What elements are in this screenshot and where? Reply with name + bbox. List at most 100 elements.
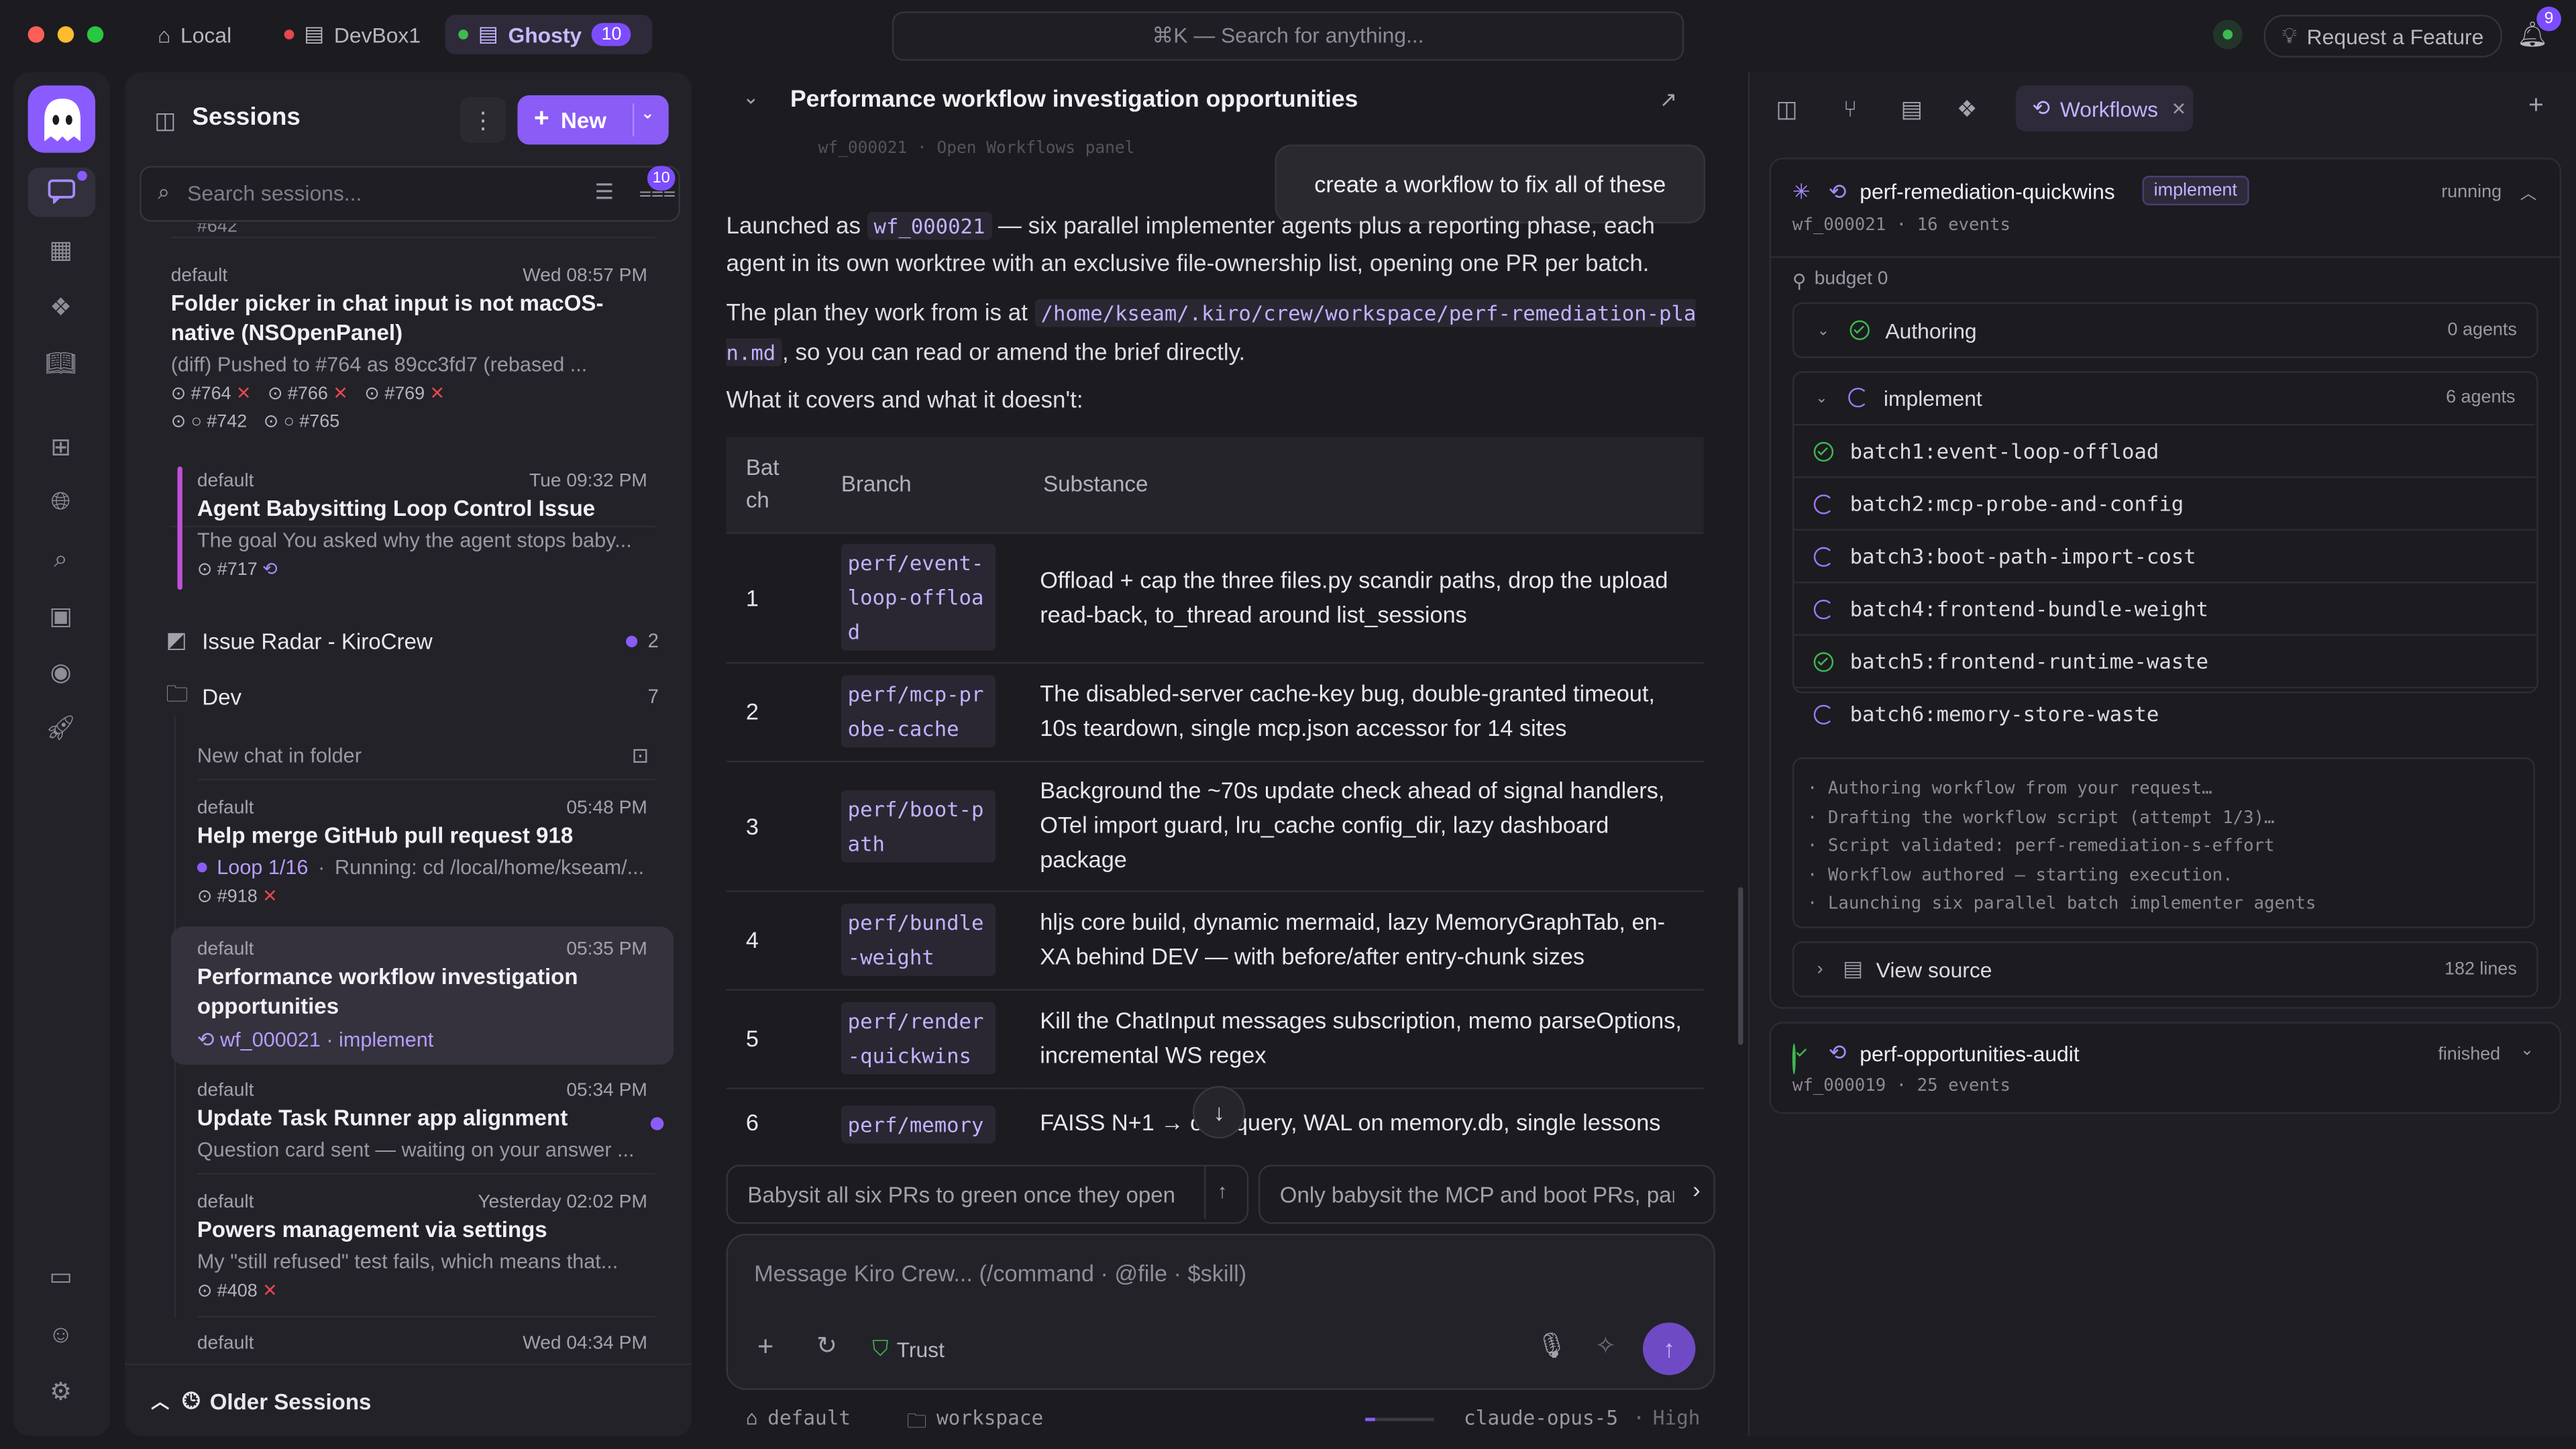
send-button[interactable]: ↑: [1643, 1322, 1696, 1375]
phase-implement[interactable]: ⌄ implement 6 agents: [1792, 371, 2535, 426]
phase-authoring[interactable]: ⌄ Authoring 0 agents: [1792, 302, 2538, 358]
diamond-nodes-icon[interactable]: ❖: [43, 289, 79, 325]
session-item[interactable]: default Wed 08:57 PM Folder picker in cha…: [171, 266, 647, 432]
table-row: 4 perf/bundle-weight hljs core build, dy…: [726, 890, 1704, 990]
collapse-chevron-icon[interactable]: ⌄: [743, 85, 759, 108]
book-icon[interactable]: 📖︎: [43, 345, 79, 381]
model-selector[interactable]: claude-opus-5: [1464, 1406, 1618, 1429]
search-zoom-icon[interactable]: ⌕: [43, 541, 79, 577]
session-snippet: My "still refused" test fails, which mea…: [197, 1250, 619, 1273]
grid-icon[interactable]: ⊞: [43, 429, 79, 465]
pr-chip[interactable]: ⊙ ○ #742: [171, 411, 248, 432]
unread-dot: [650, 1117, 664, 1130]
session-item[interactable]: default Tue 09:32 PM Agent Babysitting Lo…: [197, 472, 647, 580]
list-view-icon[interactable]: ☰: [595, 179, 614, 205]
search-sessions-input[interactable]: ⌕ Search sessions... ☰ ⩶: [140, 166, 680, 222]
minimize-window-button[interactable]: [57, 26, 74, 43]
tab-workflows[interactable]: ⟲ Workflows ✕: [2015, 85, 2194, 131]
nodes-icon[interactable]: ❖: [1957, 95, 1978, 123]
rail-item-chats[interactable]: [28, 167, 96, 217]
new-chat-in-folder[interactable]: New chat in folder ⊡: [197, 743, 649, 767]
active-indicator: [177, 466, 182, 590]
close-x-icon: ✕: [262, 1281, 278, 1301]
pr-chip[interactable]: ⊙ #764 ✕: [171, 383, 252, 405]
new-session-button[interactable]: + New ⌄: [517, 95, 669, 145]
plus-icon[interactable]: +: [757, 1331, 773, 1364]
message-input[interactable]: Message Kiro Crew... (/command · @file ·…: [754, 1260, 1246, 1286]
trust-toggle[interactable]: ⛉ Trust: [872, 1336, 945, 1362]
globe-icon[interactable]: 🌐︎: [43, 483, 79, 519]
chat-title: Performance workflow investigation oppor…: [790, 87, 1358, 113]
pr-chip[interactable]: ⊙ #918 ✕: [197, 885, 278, 907]
message-composer[interactable]: Message Kiro Crew... (/command · @file ·…: [726, 1234, 1715, 1390]
workspace-tab-ghosty[interactable]: ▤ Ghosty 10: [445, 15, 653, 54]
session-item[interactable]: default 05:48 PM Help merge GitHub pull r…: [197, 798, 647, 907]
check-circle-icon: [1792, 1043, 1796, 1075]
session-item[interactable]: default Wed 04:34 PM: [197, 1334, 647, 1357]
microphone-icon[interactable]: 🎙︎: [1536, 1331, 1568, 1360]
session-item-selected[interactable]: default 05:35 PM Performance workflow inv…: [197, 940, 647, 1052]
folder-issue-radar[interactable]: ◩ Issue Radar - KiroCrew 2: [166, 625, 659, 657]
document-icon[interactable]: ▣: [43, 598, 79, 634]
rocket-icon[interactable]: 🚀︎: [43, 710, 79, 746]
shield-icon: ⛉: [872, 1336, 889, 1360]
workflow-name[interactable]: perf-remediation-quickwins: [1860, 179, 2114, 204]
workspace-tab-devbox1[interactable]: ▤ DevBox1: [271, 15, 434, 54]
suggestion-chip[interactable]: Babysit all six PRs to green once they o…: [726, 1165, 1249, 1224]
app-logo[interactable]: [28, 85, 96, 153]
batch-row[interactable]: batch6:memory-store-waste: [1794, 688, 2536, 739]
agent-selector[interactable]: ⌂ default: [746, 1406, 851, 1429]
chevron-down-icon: ⌄: [1817, 321, 1830, 338]
pr-chip[interactable]: ⊙ #717 ⟲: [197, 559, 278, 580]
suggestion-chip[interactable]: Only babysit the MCP and boot PRs, park …: [1258, 1165, 1715, 1224]
folder-selector[interactable]: 🗀 workspace: [907, 1406, 1043, 1440]
orb-icon[interactable]: ◉: [43, 654, 79, 690]
batch-row[interactable]: batch4:frontend-bundle-weight: [1794, 583, 2537, 636]
pr-chip[interactable]: ⊙ #408 ✕: [197, 1280, 278, 1301]
more-options-button[interactable]: ⋮: [460, 97, 506, 144]
git-branch-icon[interactable]: ⑂: [1843, 95, 1858, 121]
workflow-icon: ⟲: [1828, 1040, 1847, 1065]
older-sessions-toggle[interactable]: ︿ 🕒︎ Older Sessions: [125, 1363, 692, 1436]
panel-toggle-icon[interactable]: ◫: [1776, 95, 1797, 123]
chevron-up-icon[interactable]: ︿: [2520, 179, 2536, 204]
external-link-icon[interactable]: ↗: [1659, 87, 1677, 113]
batch-row[interactable]: batch1:event-loop-offload: [1794, 425, 2537, 478]
folder-dev[interactable]: 🗀 Dev 7: [166, 680, 659, 713]
scroll-down-button[interactable]: ↓: [1192, 1085, 1246, 1139]
terminal-icon[interactable]: ▭: [43, 1258, 79, 1295]
sparkle-icon[interactable]: ✧: [1595, 1331, 1616, 1360]
pr-chip[interactable]: ⊙ #769 ✕: [364, 383, 445, 405]
view-source-toggle[interactable]: › ▤ View source 182 lines: [1792, 941, 2538, 998]
settings-gear-icon[interactable]: ⚙: [43, 1373, 79, 1409]
calendar-icon[interactable]: ▦: [43, 231, 79, 268]
batch-row[interactable]: batch2:mcp-probe-and-config: [1794, 478, 2537, 531]
refresh-icon[interactable]: ↻: [816, 1331, 837, 1360]
divider: [197, 778, 656, 781]
scrollbar-thumb[interactable]: [1738, 887, 1743, 1045]
add-tab-icon[interactable]: +: [2528, 92, 2544, 121]
batches-table: Batch Branch Substance 1 perf/event-loop…: [726, 437, 1704, 1160]
file-icon[interactable]: ▤: [1900, 95, 1922, 123]
ghost-icon[interactable]: ☺: [43, 1316, 79, 1352]
workflow-card[interactable]: ⟲ perf-opportunities-audit finished ⌄ wf…: [1769, 1022, 2561, 1114]
workspace-tab-local[interactable]: ⌂ Local: [145, 15, 245, 54]
batch-row[interactable]: batch3:boot-path-import-cost: [1794, 531, 2537, 584]
batch-row[interactable]: batch5:frontend-runtime-waste: [1794, 636, 2537, 689]
chevron-up-icon: ︿: [151, 1393, 170, 1413]
command-search[interactable]: ⌘K — Search for anything...: [892, 11, 1684, 61]
request-feature-button[interactable]: 💡︎ Request a Feature: [2263, 15, 2502, 58]
session-item[interactable]: default Yesterday 02:02 PM Powers managem…: [197, 1193, 647, 1301]
chevron-down-icon[interactable]: ⌄: [641, 105, 655, 123]
session-item[interactable]: default 05:34 PM Update Task Runner app a…: [197, 1081, 647, 1161]
sidebar-toggle-icon[interactable]: ◫: [154, 107, 176, 135]
close-window-button[interactable]: [28, 26, 45, 43]
zoom-window-button[interactable]: [87, 26, 104, 43]
connection-status[interactable]: [2212, 19, 2243, 50]
session-title: Folder picker in chat input is not macOS…: [170, 290, 604, 345]
effort-selector[interactable]: High: [1653, 1406, 1701, 1429]
pr-chip[interactable]: ⊙ #766 ✕: [268, 383, 348, 405]
spinner-ring-icon: [1847, 387, 1868, 408]
pr-chip[interactable]: ⊙ ○ #765: [264, 411, 340, 432]
lock-icon: ⌂: [745, 1406, 758, 1430]
